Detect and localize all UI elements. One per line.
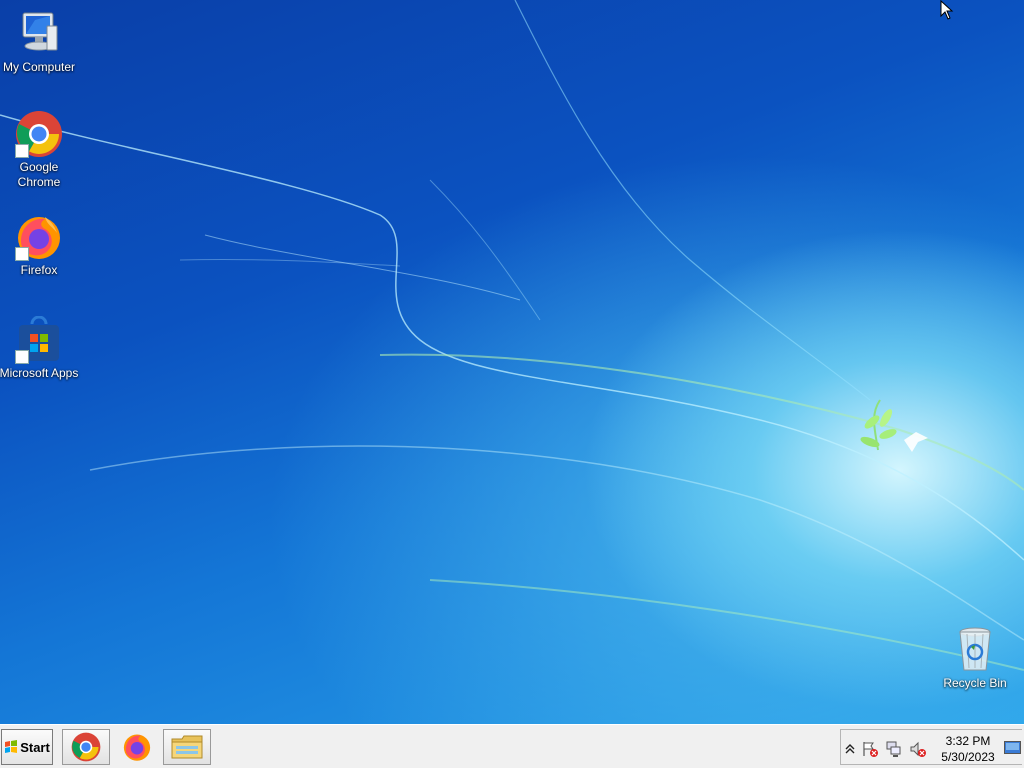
action-center-button[interactable]: [861, 740, 879, 758]
desktop-icon-label: Google Chrome: [17, 160, 61, 189]
chevron-up-icon: [845, 744, 855, 754]
show-hidden-icons-button[interactable]: [841, 740, 859, 758]
desktop-icon-microsoft-apps[interactable]: Microsoft Apps: [0, 315, 79, 381]
microsoft-store-icon: [15, 315, 63, 364]
desktop: My Computer Google Chrome Firefox Micros…: [0, 0, 1024, 724]
taskbar-clock[interactable]: 3:32 PM 5/30/2023: [933, 733, 1003, 765]
network-icon: [886, 741, 901, 757]
desktop-icon-google-chrome[interactable]: Google Chrome: [0, 110, 79, 190]
computer-icon: [15, 10, 63, 58]
shortcut-arrow-icon: [15, 247, 29, 261]
system-tray: 3:32 PM 5/30/2023: [840, 729, 1022, 765]
network-button[interactable]: [885, 740, 903, 758]
desktop-icon-label: Firefox: [20, 263, 58, 277]
desktop-icon-recycle-bin[interactable]: Recycle Bin: [935, 626, 1015, 691]
clock-date: 5/30/2023: [941, 750, 995, 764]
windows-logo-icon: [5, 740, 18, 753]
action-center-flag-icon: [863, 742, 878, 757]
mouse-cursor-icon: [940, 0, 954, 20]
volume-muted-icon: [910, 741, 926, 757]
desktop-icon-my-computer[interactable]: My Computer: [0, 10, 79, 75]
desktop-icon-label: Recycle Bin: [943, 676, 1007, 690]
start-button[interactable]: Start: [1, 729, 53, 765]
taskbar-button-google-chrome[interactable]: [62, 729, 110, 765]
recycle-bin-icon: [951, 626, 999, 674]
wallpaper-art: [0, 0, 1024, 671]
taskbar-button-firefox[interactable]: [113, 729, 161, 765]
show-desktop-button[interactable]: [1004, 741, 1021, 755]
desktop-icon-firefox[interactable]: Firefox: [0, 213, 79, 278]
desktop-icon-label: Microsoft Apps: [0, 366, 79, 380]
folder-icon: [171, 735, 203, 759]
firefox-icon: [15, 213, 63, 261]
clock-time: 3:32 PM: [945, 734, 991, 748]
chrome-icon: [15, 110, 63, 158]
desktop-icon-label: My Computer: [2, 60, 76, 74]
volume-button[interactable]: [909, 740, 927, 758]
shortcut-arrow-icon: [15, 144, 29, 158]
firefox-icon: [123, 734, 151, 761]
start-label: Start: [20, 739, 50, 755]
chrome-icon: [71, 732, 101, 762]
taskbar-button-file-explorer[interactable]: [163, 729, 211, 765]
taskbar: Start 3:32 PM 5/30/2023: [0, 724, 1024, 768]
shortcut-arrow-icon: [15, 350, 29, 364]
